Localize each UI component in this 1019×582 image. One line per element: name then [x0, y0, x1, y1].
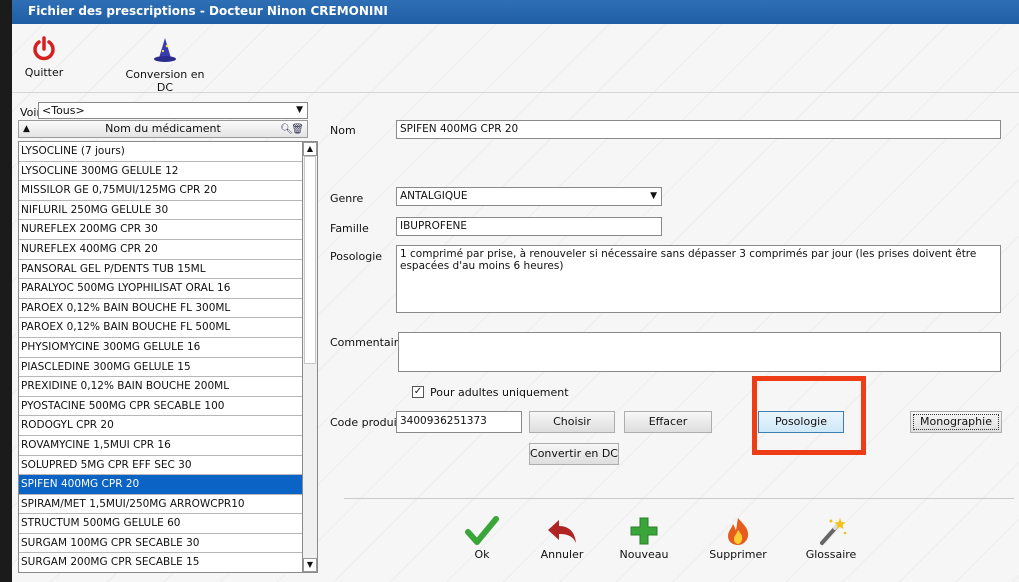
convert-dc-label: Conversion en DC	[125, 68, 205, 94]
posologie-textarea[interactable]: 1 comprimé par prise, à renouveler si né…	[396, 245, 1001, 313]
list-item[interactable]: PIASCLEDINE 300MG GELULE 15	[19, 358, 302, 378]
glossaire-label: Glossaire	[805, 548, 857, 561]
medication-list[interactable]: LYSOCLINE (7 jours) LYSOCLINE 300MG GELU…	[18, 141, 302, 573]
list-item[interactable]: MISSILOR GE 0,75MUI/125MG CPR 20	[19, 181, 302, 201]
highlight-box	[752, 376, 866, 455]
list-item[interactable]: SURGAM 100MG CPR SECABLE 30	[19, 534, 302, 554]
scroll-up-icon[interactable]: ▲	[303, 142, 317, 156]
toolbar-divider	[12, 92, 1019, 93]
genre-label: Genre	[330, 192, 364, 205]
choisir-button[interactable]: Choisir	[529, 411, 615, 433]
list-scrollbar[interactable]: ▲ ▼	[302, 141, 318, 573]
trash-icon[interactable]: 🗑︎	[291, 122, 304, 138]
list-item[interactable]: LYSOCLINE (7 jours)	[19, 142, 302, 162]
glossaire-button[interactable]: Glossaire	[796, 516, 866, 561]
list-item[interactable]: PHYSIOMYCINE 300MG GELULE 16	[19, 338, 302, 358]
filter-select[interactable]: <Tous> ▼	[38, 102, 308, 119]
list-item[interactable]: SPIRAM/MET 1,5MUI/250MG ARROWCPR10	[19, 495, 302, 515]
nom-label: Nom	[330, 124, 356, 137]
list-item-selected[interactable]: SPIFEN 400MG CPR 20	[19, 475, 302, 495]
scroll-down-icon[interactable]: ▼	[303, 558, 317, 572]
supprimer-button[interactable]: Supprimer	[703, 516, 773, 561]
magic-wand-icon	[820, 518, 847, 545]
list-item[interactable]: PAROEX 0,12% BAIN BOUCHE FL 300ML	[19, 299, 302, 319]
commentaire-label: Commentaire	[330, 336, 405, 349]
sort-icon[interactable]: ▲	[23, 121, 30, 137]
quit-label: Quitter	[24, 66, 64, 79]
power-icon	[33, 36, 55, 61]
filter-value: <Tous>	[42, 104, 85, 117]
undo-icon	[548, 520, 576, 543]
supprimer-label: Supprimer	[709, 548, 767, 561]
action-divider	[344, 498, 1014, 499]
list-item[interactable]: PREXIDINE 0,12% BAIN BOUCHE 200ML	[19, 377, 302, 397]
fire-icon	[728, 518, 749, 545]
list-item[interactable]: NUREFLEX 200MG CPR 30	[19, 220, 302, 240]
famille-label: Famille	[330, 222, 369, 235]
dropdown-arrow-icon: ▼	[296, 105, 303, 115]
monographie-button[interactable]: Monographie	[910, 411, 1002, 433]
nom-field[interactable]: SPIFEN 400MG CPR 20	[396, 120, 1001, 139]
list-item[interactable]: PARALYOC 500MG LYOPHILISAT ORAL 16	[19, 279, 302, 299]
list-header[interactable]: ▲ Nom du médicament 🔍︎ 🗑︎	[18, 120, 308, 138]
famille-field[interactable]: IBUPROFENE	[396, 217, 662, 236]
prescriptions-window: Fichier des prescriptions - Docteur Nino…	[12, 0, 1019, 582]
list-item[interactable]: STRUCTUM 500MG GELULE 60	[19, 514, 302, 534]
list-item[interactable]: NIFLURIL 250MG GELULE 30	[19, 201, 302, 221]
checkmark-icon	[465, 516, 499, 545]
annuler-button[interactable]: Annuler	[527, 516, 597, 561]
wizard-icon	[154, 38, 176, 62]
genre-select[interactable]: ANTALGIQUE ▼	[396, 187, 662, 206]
window-title: Fichier des prescriptions - Docteur Nino…	[12, 0, 1019, 24]
convertir-dc-button[interactable]: Convertir en DC	[529, 443, 619, 465]
plus-icon	[630, 517, 658, 545]
adult-only-label: Pour adultes uniquement	[430, 386, 569, 399]
code-produit-label: Code produit	[330, 416, 401, 429]
list-header-label: Nom du médicament	[105, 122, 221, 135]
list-item[interactable]: PAROEX 0,12% BAIN BOUCHE FL 500ML	[19, 318, 302, 338]
list-item[interactable]: PYOSTACINE 500MG CPR SECABLE 100	[19, 397, 302, 417]
scroll-thumb[interactable]	[304, 156, 316, 364]
ok-button[interactable]: Ok	[447, 516, 517, 561]
chevron-down-icon: ▼	[650, 191, 657, 201]
list-item[interactable]: RODOGYL CPR 20	[19, 416, 302, 436]
quit-button[interactable]: Quitter	[24, 36, 64, 79]
genre-value: ANTALGIQUE	[400, 190, 468, 202]
annuler-label: Annuler	[540, 548, 584, 561]
list-item[interactable]: PANSORAL GEL P/DENTS TUB 15ML	[19, 260, 302, 280]
posologie-label: Posologie	[330, 250, 383, 263]
effacer-button[interactable]: Effacer	[624, 411, 712, 433]
adult-only-checkbox[interactable]: ✓	[412, 386, 424, 398]
nouveau-label: Nouveau	[619, 548, 669, 561]
ok-label: Ok	[474, 548, 490, 561]
list-item[interactable]: ROVAMYCINE 1,5MUI CPR 16	[19, 436, 302, 456]
list-item[interactable]: NUREFLEX 400MG CPR 20	[19, 240, 302, 260]
commentaire-textarea[interactable]	[398, 332, 1001, 372]
convert-dc-button[interactable]: Conversion en DC	[120, 36, 210, 94]
list-item[interactable]: LYSOCLINE 300MG GELULE 12	[19, 162, 302, 182]
list-item[interactable]: SURGAM 200MG CPR SECABLE 15	[19, 553, 302, 572]
nouveau-button[interactable]: Nouveau	[609, 516, 679, 561]
list-item[interactable]: SOLUPRED 5MG CPR EFF SEC 30	[19, 456, 302, 476]
code-produit-field[interactable]: 3400936251373	[396, 411, 522, 433]
